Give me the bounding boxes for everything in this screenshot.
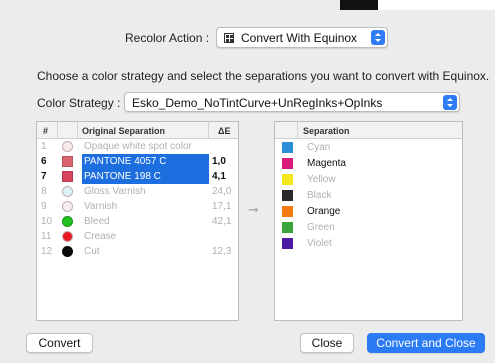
table-row[interactable]: 8 Gloss Varnish 24,0 <box>37 184 238 199</box>
table-row[interactable]: 9 Varnish 17,1 <box>37 199 238 214</box>
target-separations-list: Cyan Magenta Yellow Black Orange Green Violet <box>275 139 462 251</box>
color-swatch-icon <box>282 190 293 201</box>
delta-e-value: 42,1 <box>212 216 232 227</box>
recolor-action-label: Recolor Action : <box>125 31 210 45</box>
separation-name: Cut <box>84 246 100 257</box>
recolor-action-value: Convert With Equinox <box>241 31 358 45</box>
table-row[interactable]: Violet <box>275 235 462 251</box>
separation-number: 6 <box>41 156 47 167</box>
table-header: Separation <box>275 122 462 139</box>
color-swatch-icon <box>282 174 293 185</box>
color-swatch-icon <box>62 246 73 257</box>
recolor-action-row: Recolor Action : Convert With Equinox <box>0 27 495 49</box>
column-divider <box>297 122 298 139</box>
separation-name: Magenta <box>307 158 346 169</box>
color-swatch-icon <box>62 201 73 212</box>
delta-e-value: 12,3 <box>212 246 232 257</box>
table-header: # Original Separation ΔE <box>37 122 238 139</box>
original-separations-list: 1 Opaque white spot color 6 PANTONE 4057 C1… <box>37 139 238 259</box>
column-header-number[interactable]: # <box>43 126 48 136</box>
delta-e-value: 17,1 <box>212 201 232 212</box>
table-row[interactable]: 6 PANTONE 4057 C 1,0 <box>37 154 238 169</box>
chevron-updown-icon <box>371 30 385 45</box>
delta-e-value: 1,0 <box>212 156 226 167</box>
delta-e-value: 24,0 <box>212 186 232 197</box>
delta-e-value: 4,1 <box>212 171 226 182</box>
separation-number: 8 <box>41 186 47 197</box>
separation-name: PANTONE 4057 C <box>82 154 209 169</box>
table-row[interactable]: 7 PANTONE 198 C 4,1 <box>37 169 238 184</box>
table-row[interactable]: 1 Opaque white spot color <box>37 139 238 154</box>
column-divider <box>57 122 58 139</box>
table-row[interactable]: Magenta <box>275 155 462 171</box>
color-swatch-icon <box>62 171 73 182</box>
color-swatch-icon <box>282 238 293 249</box>
grid-icon <box>224 33 234 43</box>
color-swatch-icon <box>62 231 73 242</box>
color-swatch-icon <box>282 206 293 217</box>
convert-and-close-button[interactable]: Convert and Close <box>367 333 485 353</box>
separation-name: Cyan <box>307 142 331 153</box>
close-button[interactable]: Close <box>300 333 354 353</box>
color-swatch-icon <box>62 141 73 152</box>
color-swatch-icon <box>62 186 73 197</box>
recolor-action-select[interactable]: Convert With Equinox <box>216 27 388 48</box>
table-row[interactable]: Black <box>275 187 462 203</box>
table-row[interactable]: Cyan <box>275 139 462 155</box>
table-row[interactable]: Yellow <box>275 171 462 187</box>
separation-number: 12 <box>41 246 53 257</box>
color-strategy-label: Color Strategy : <box>37 96 121 110</box>
separation-name: Green <box>307 222 335 233</box>
column-divider <box>77 122 78 139</box>
separation-name: Black <box>307 190 332 201</box>
column-divider <box>208 122 209 139</box>
convert-button[interactable]: Convert <box>26 333 93 353</box>
arrow-right-icon: ➞ <box>248 202 259 217</box>
column-header-separation[interactable]: Separation <box>303 126 350 136</box>
top-white-bar <box>378 0 495 10</box>
separation-name: Yellow <box>307 174 336 185</box>
instruction-text: Choose a color strategy and select the s… <box>37 69 490 83</box>
separation-number: 9 <box>41 201 47 212</box>
color-swatch-icon <box>62 216 73 227</box>
separation-number: 1 <box>41 141 47 152</box>
color-swatch-icon <box>62 156 73 167</box>
separation-name: PANTONE 198 C <box>82 169 209 184</box>
table-row[interactable]: 12 Cut 12,3 <box>37 244 238 259</box>
table-row[interactable]: 10 Bleed 42,1 <box>37 214 238 229</box>
target-separations-table: Separation Cyan Magenta Yellow Black Orange G… <box>274 121 463 321</box>
color-swatch-icon <box>282 142 293 153</box>
color-swatch-icon <box>282 222 293 233</box>
color-strategy-select[interactable]: Esko_Demo_NoTintCurve+UnRegInks+OpInks <box>124 92 460 112</box>
separation-name: Orange <box>307 206 341 217</box>
color-swatch-icon <box>282 158 293 169</box>
table-row[interactable]: Green <box>275 219 462 235</box>
separation-number: 11 <box>41 231 52 242</box>
top-black-bar <box>340 0 378 10</box>
separation-name: Violet <box>307 238 332 249</box>
separation-number: 10 <box>41 216 53 227</box>
original-separations-table: # Original Separation ΔE 1 Opaque white s… <box>36 121 239 321</box>
column-header-original-separation[interactable]: Original Separation <box>82 126 165 136</box>
table-row[interactable]: Orange <box>275 203 462 219</box>
chevron-updown-icon <box>443 95 457 110</box>
table-row[interactable]: 11 Crease <box>37 229 238 244</box>
column-header-delta-e[interactable]: ΔE <box>218 126 230 136</box>
separation-number: 7 <box>41 171 47 182</box>
color-strategy-value: Esko_Demo_NoTintCurve+UnRegInks+OpInks <box>132 96 383 110</box>
